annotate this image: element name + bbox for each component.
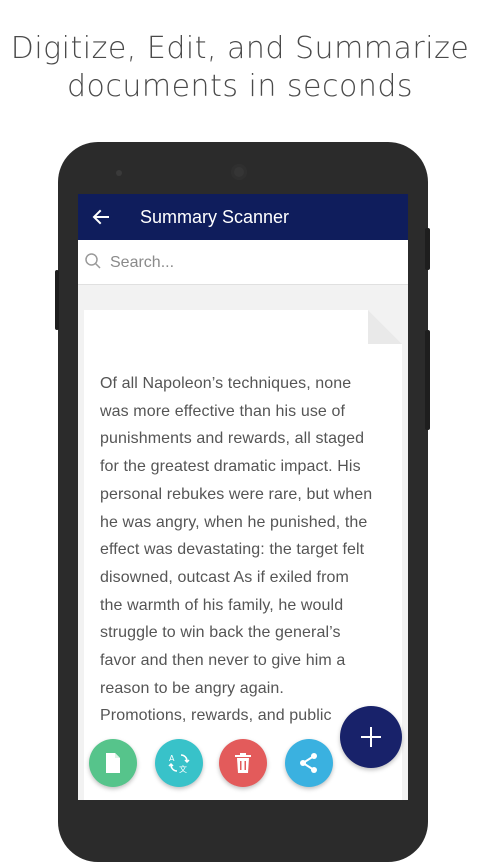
document-icon [106, 753, 120, 773]
promo-line-2: documents in seconds [66, 69, 414, 104]
phone-side-button [55, 270, 59, 330]
document-line: favor and then never to give him a [100, 652, 346, 670]
document-line: the warmth of his family, he would [100, 596, 344, 614]
search-icon [85, 253, 101, 269]
app-bar: Summary Scanner [78, 194, 408, 240]
search-bar [78, 240, 408, 285]
document-line: reason to be angry again. [100, 679, 284, 697]
plus-icon [361, 727, 381, 747]
trash-icon [235, 753, 251, 773]
translate-icon: A 文 [168, 754, 190, 774]
share-button[interactable] [285, 739, 333, 787]
phone-power-button [425, 228, 430, 270]
back-arrow-icon [92, 209, 109, 225]
document-line: effect was devastating: the target felt [100, 541, 365, 559]
document-line: he was angry, when he punished, the [100, 513, 368, 531]
app-title: Summary Scanner [140, 207, 290, 227]
search-input[interactable] [108, 248, 392, 278]
document-line: punishments and rewards, all staged [100, 430, 365, 448]
svg-text:文: 文 [179, 764, 187, 774]
phone-camera [231, 164, 247, 180]
delete-button[interactable] [219, 739, 267, 787]
page-fold [368, 310, 402, 344]
promo-headline: Digitize, Edit, and Summarize documents … [0, 30, 480, 106]
document-line: Of all Napoleon’s techniques, none [100, 375, 352, 392]
document-text: Of all Napoleon’s techniques, none was m… [100, 370, 390, 730]
svg-text:A: A [169, 754, 175, 763]
document-line: personal rebukes were rare, but when [100, 485, 373, 503]
document-button[interactable] [89, 739, 137, 787]
promo-line-1: Digitize, Edit, and Summarize [10, 31, 470, 66]
document-line: disowned, outcast As if exiled from [100, 568, 349, 586]
back-button[interactable] [86, 202, 116, 232]
phone-sensor [116, 170, 122, 176]
document-line: struggle to win back the general’s [100, 624, 341, 642]
add-button[interactable] [340, 706, 402, 768]
translate-button[interactable]: A 文 [155, 739, 203, 787]
phone-volume-button [425, 330, 430, 430]
document-line: was more effective than his use of [100, 402, 346, 420]
document-line: for the greatest dramatic impact. His [100, 458, 361, 476]
share-icon [300, 753, 317, 773]
